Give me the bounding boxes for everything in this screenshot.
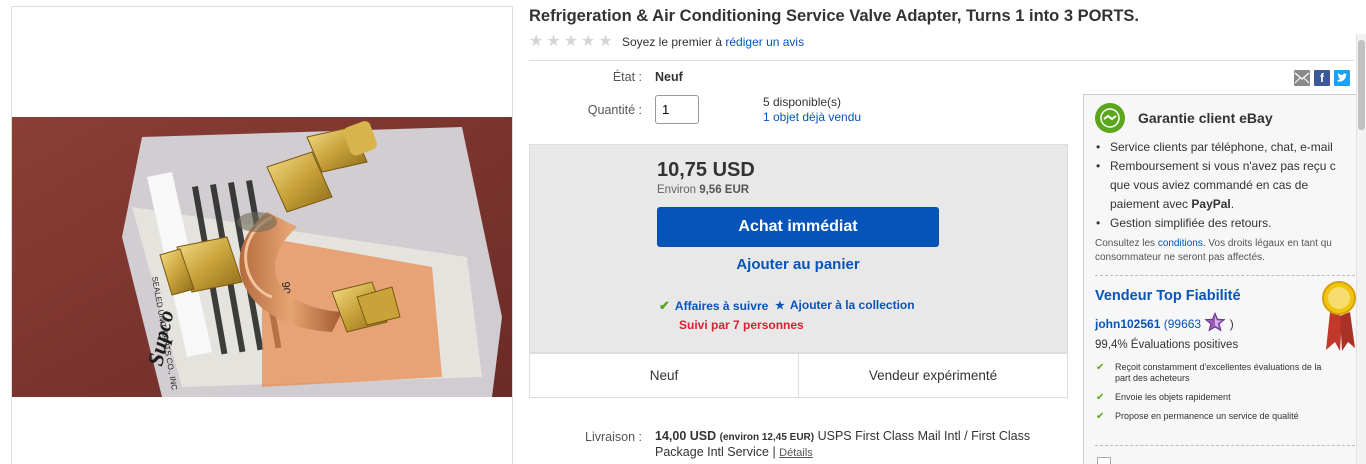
star-icon: ★ xyxy=(529,33,544,50)
write-review-link[interactable]: rédiger un avis xyxy=(725,35,804,49)
consult-prefix: Consultez les xyxy=(1095,238,1156,249)
shipping-label: Livraison : xyxy=(585,430,642,444)
checkbox[interactable] xyxy=(1097,457,1111,464)
add-to-cart-button[interactable]: Ajouter au panier xyxy=(657,256,939,273)
refund-line2: que vous aviez commandé en cas de xyxy=(1110,178,1309,192)
consult-line2: consommateur ne seront pas affectés. xyxy=(1095,252,1265,263)
shipping-separator: | xyxy=(772,445,776,459)
consult-terms: Consultez les conditions. Vos droits lég… xyxy=(1095,237,1357,265)
available-count: 5 disponible(s) xyxy=(763,95,842,109)
watch-link[interactable]: ✔ Affaires à suivre xyxy=(659,298,768,314)
positive-feedback: 99,4% Évaluations positives xyxy=(1095,339,1239,351)
shipping-approx: (environ 12,45 EUR) xyxy=(719,432,815,443)
handshake-icon xyxy=(1095,103,1125,133)
star-icon: ★ xyxy=(598,33,613,50)
shipping-details-link[interactable]: Détails xyxy=(779,447,813,459)
availability: 5 disponible(s) 1 objet déjà vendu xyxy=(763,95,861,125)
condition-tabs: Neuf Vendeur expérimenté xyxy=(529,353,1068,398)
medal-icon xyxy=(1322,272,1356,355)
guarantee-list: Service clients par téléphone, chat, e-m… xyxy=(1094,138,1356,233)
seller-star-icon xyxy=(1204,311,1229,332)
star-icon: ★ xyxy=(581,33,596,50)
tab-experienced-seller[interactable]: Vendeur expérimenté xyxy=(798,354,1067,397)
seller-name-link[interactable]: john102561 xyxy=(1095,317,1160,331)
seller-points: Reçoit constamment d'excellentes évaluat… xyxy=(1095,362,1325,430)
add-collection-link[interactable]: ★ Ajouter à la collection xyxy=(775,298,915,312)
list-item: Service clients par téléphone, chat, e-m… xyxy=(1094,138,1356,157)
shipping-info: 14,00 USD (environ 12,45 EUR) USPS First… xyxy=(655,429,1065,461)
buy-now-button[interactable]: Achat immédiat xyxy=(657,207,939,247)
star-icon: ★ xyxy=(563,33,579,50)
share-bar: f xyxy=(1294,70,1350,86)
top-rated-seller-title: Vendeur Top Fiabilité xyxy=(1095,288,1241,304)
conditions-link[interactable]: conditions xyxy=(1158,238,1203,249)
scrollbar-thumb[interactable] xyxy=(1358,40,1365,130)
check-icon: ✔ xyxy=(659,298,670,313)
sold-count-link[interactable]: 1 objet déjà vendu xyxy=(763,110,861,125)
tab-new[interactable]: Neuf xyxy=(530,354,798,397)
seller-score-close: ) xyxy=(1229,317,1234,331)
twitter-icon[interactable] xyxy=(1334,70,1350,86)
price: 10,75 USD xyxy=(657,159,755,181)
list-item: Propose en permanence un service de qual… xyxy=(1095,411,1325,422)
review-prompt: Soyez le premier à rédiger un avis xyxy=(622,35,804,49)
approx-value: 9,56 EUR xyxy=(699,184,750,196)
list-item: Gestion simplifiée des retours. xyxy=(1094,214,1356,233)
product-photo[interactable]: Supco SEALED UNIT PARTS CO., INC 9041 xyxy=(12,117,512,397)
quantity-input[interactable] xyxy=(655,95,699,124)
mail-icon[interactable] xyxy=(1294,70,1310,86)
add-collection-label: Ajouter à la collection xyxy=(789,298,915,312)
review-prompt-text: Soyez le premier à xyxy=(622,35,723,49)
rating-stars[interactable]: ★ ★ ★ ★ ★ xyxy=(529,34,613,50)
guarantee-title: Garantie client eBay xyxy=(1138,110,1273,126)
list-item: Reçoit constamment d'excellentes évaluat… xyxy=(1095,362,1325,384)
shipping-price: 14,00 USD xyxy=(655,429,717,443)
approx-price: Environ 9,56 EUR xyxy=(657,184,749,196)
refund-line1: Remboursement si vous n'avez pas reçu c xyxy=(1110,159,1336,173)
paypal-brand: PayPal xyxy=(1191,197,1231,211)
star-icon: ★ xyxy=(775,299,785,312)
facebook-icon[interactable]: f xyxy=(1314,70,1330,86)
star-icon: ★ xyxy=(546,33,561,50)
list-item: Envoie les objets rapidement xyxy=(1095,392,1325,403)
divider xyxy=(1095,275,1355,276)
approx-prefix: Environ xyxy=(657,184,696,196)
seller-score-link[interactable]: (99663 xyxy=(1164,317,1201,331)
consult-suffix: . Vos droits légaux en tant qu xyxy=(1202,238,1332,249)
condition-label: État : xyxy=(612,70,642,84)
product-title: Refrigeration & Air Conditioning Service… xyxy=(529,7,1140,25)
listing-page: Supco SEALED UNIT PARTS CO., INC 9041 Re… xyxy=(0,0,1366,464)
followers-count: Suivi par 7 personnes xyxy=(679,318,804,332)
refund-line3-prefix: paiement avec xyxy=(1110,197,1189,211)
watch-label: Affaires à suivre xyxy=(674,299,769,313)
divider xyxy=(529,60,1354,61)
seller-info: john102561 (99663 ) xyxy=(1095,311,1234,332)
condition-value: Neuf xyxy=(655,70,683,84)
divider xyxy=(1095,445,1355,446)
list-item: Remboursement si vous n'avez pas reçu c … xyxy=(1094,157,1356,214)
quantity-label: Quantité : xyxy=(587,103,642,117)
